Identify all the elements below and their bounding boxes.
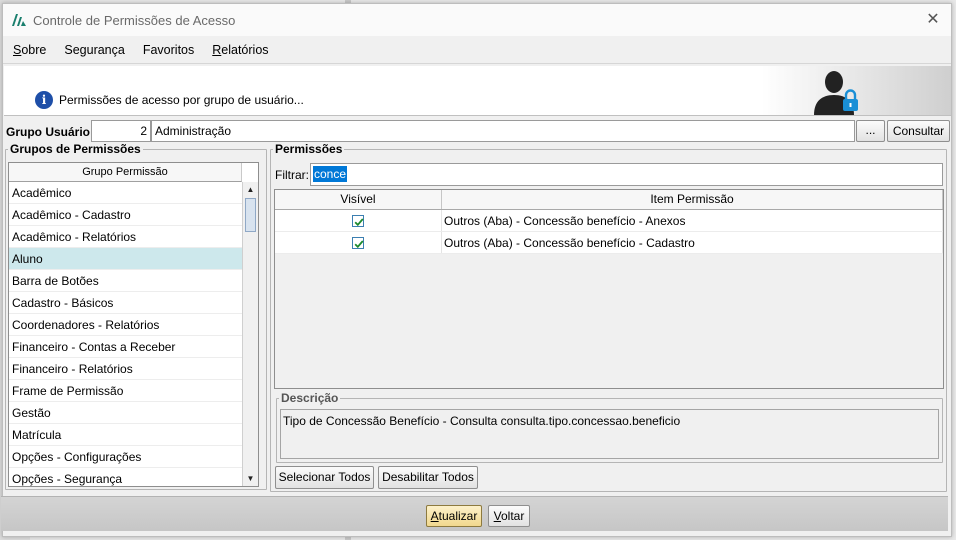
window-title: Controle de Permissões de Acesso bbox=[33, 12, 236, 28]
group-name-field[interactable]: Administração bbox=[151, 120, 855, 142]
column-header-visivel[interactable]: Visível bbox=[275, 190, 442, 209]
permission-row[interactable]: Outros (Aba) - Concessão benefício - Ane… bbox=[275, 210, 943, 232]
checkmark-icon bbox=[354, 239, 364, 248]
info-icon: i bbox=[35, 91, 53, 109]
group-user-label: Grupo Usuário: bbox=[6, 125, 95, 139]
permission-item-cell: Outros (Aba) - Concessão benefício - Cad… bbox=[442, 232, 943, 253]
permission-group-row[interactable]: Gestão bbox=[9, 402, 242, 424]
permission-group-row[interactable]: Matrícula bbox=[9, 424, 242, 446]
menu-relatorios-label: elatórios bbox=[221, 42, 269, 57]
scroll-down-icon[interactable]: ▼ bbox=[243, 472, 258, 486]
visible-cell bbox=[275, 232, 442, 253]
filter-value: conce bbox=[313, 166, 348, 182]
menu-sobre[interactable]: Sobre bbox=[12, 41, 47, 59]
permission-group-row[interactable]: Financeiro - Relatórios bbox=[9, 358, 242, 380]
voltar-label: oltar bbox=[501, 509, 525, 523]
permissions-table: Visível Item Permissão Outros (Aba) - Co… bbox=[274, 189, 944, 389]
vertical-scrollbar[interactable]: ▲ ▼ bbox=[242, 182, 258, 486]
menu-relatorios-mnemonic: R bbox=[212, 42, 222, 57]
menu-sobre-label: obre bbox=[21, 42, 47, 57]
lookup-button[interactable]: ... bbox=[856, 120, 885, 142]
permissions-legend: Permissões bbox=[275, 142, 343, 156]
checkmark-icon bbox=[354, 217, 364, 226]
column-header-item-permissao[interactable]: Item Permissão bbox=[442, 190, 943, 209]
close-icon[interactable]: ✕ bbox=[923, 10, 943, 30]
disable-all-button[interactable]: Desabilitar Todos bbox=[378, 466, 478, 489]
permission-group-row[interactable]: Cadastro - Básicos bbox=[9, 292, 242, 314]
footer-bar: Atualizar Voltar bbox=[1, 496, 948, 531]
title-bar: Controle de Permissões de Acesso ✕ bbox=[3, 4, 951, 36]
banner-text: Permissões de acesso por grupo de usuári… bbox=[59, 93, 304, 107]
permission-group-row[interactable]: Frame de Permissão bbox=[9, 380, 242, 402]
permission-group-row[interactable]: Acadêmico bbox=[9, 182, 242, 204]
permission-group-row[interactable]: Aluno bbox=[9, 248, 242, 270]
permission-group-row[interactable]: Coordenadores - Relatórios bbox=[9, 314, 242, 336]
header-banner: i Permissões de acesso por grupo de usuá… bbox=[4, 66, 951, 116]
menu-seguranca[interactable]: Segurança bbox=[63, 41, 125, 59]
atualizar-button[interactable]: Atualizar bbox=[426, 505, 482, 527]
filter-label: Filtrar: bbox=[275, 168, 309, 182]
scroll-up-icon[interactable]: ▲ bbox=[243, 183, 258, 197]
permissions-table-header: Visível Item Permissão bbox=[275, 190, 943, 210]
group-user-row: Grupo Usuário: 2 Administração ... Consu… bbox=[4, 120, 951, 144]
description-text: Tipo de Concessão Benefício - Consulta c… bbox=[280, 409, 939, 459]
user-lock-icon bbox=[814, 71, 858, 115]
permission-item-cell: Outros (Aba) - Concessão benefício - Ane… bbox=[442, 210, 943, 231]
visible-checkbox[interactable] bbox=[352, 214, 364, 227]
scroll-thumb[interactable] bbox=[245, 198, 256, 232]
voltar-button[interactable]: Voltar bbox=[488, 505, 530, 527]
voltar-mnemonic: V bbox=[493, 509, 501, 523]
app-logo-icon bbox=[12, 14, 26, 26]
permission-group-row[interactable]: Opções - Configurações bbox=[9, 446, 242, 468]
permission-group-row[interactable]: Financeiro - Contas a Receber bbox=[9, 336, 242, 358]
permission-groups-table: Grupo Permissão Acadêmico Acadêmico - Cad… bbox=[8, 162, 259, 487]
permission-group-row[interactable]: Acadêmico - Cadastro bbox=[9, 204, 242, 226]
atualizar-mnemonic: A bbox=[430, 509, 439, 523]
menu-favoritos[interactable]: Favoritos bbox=[142, 41, 195, 59]
group-code-field[interactable]: 2 bbox=[91, 120, 151, 142]
select-all-button[interactable]: Selecionar Todos bbox=[275, 466, 374, 489]
permission-group-row[interactable]: Acadêmico - Relatórios bbox=[9, 226, 242, 248]
permission-row[interactable]: Outros (Aba) - Concessão benefício - Cad… bbox=[275, 232, 943, 254]
filter-input[interactable]: conce bbox=[310, 163, 943, 186]
permission-group-row[interactable]: Opções - Segurança bbox=[9, 468, 242, 486]
permission-groups-legend: Grupos de Permissões bbox=[10, 142, 141, 156]
permission-group-row[interactable]: Barra de Botões bbox=[9, 270, 242, 292]
visible-checkbox[interactable] bbox=[352, 236, 364, 249]
consultar-button[interactable]: Consultar bbox=[887, 120, 950, 142]
menu-relatorios[interactable]: Relatórios bbox=[211, 41, 269, 59]
visible-cell bbox=[275, 210, 442, 231]
menu-bar: Sobre Segurança Favoritos Relatórios bbox=[3, 36, 951, 64]
atualizar-label: tualizar bbox=[438, 509, 478, 523]
description-legend: Descrição bbox=[281, 391, 339, 405]
column-header-grupo-permissao[interactable]: Grupo Permissão bbox=[9, 163, 242, 182]
